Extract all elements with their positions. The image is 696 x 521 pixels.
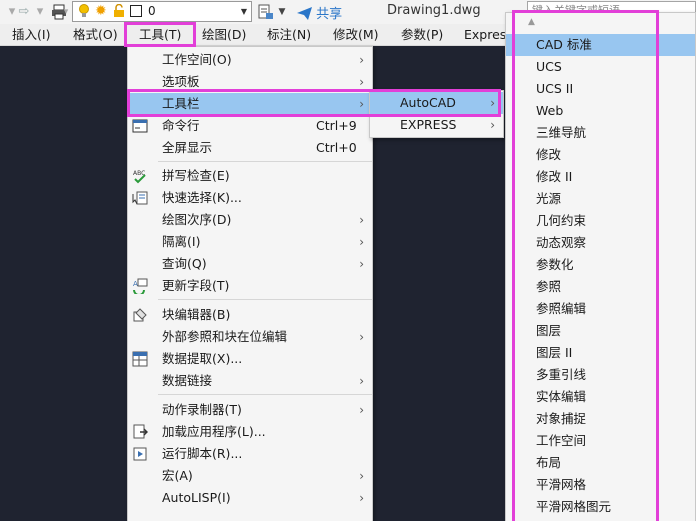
run-script-icon	[133, 447, 147, 461]
menu-separator	[158, 161, 372, 162]
toolbar-item[interactable]: 平滑网格	[506, 474, 695, 496]
menu-row-data-extraction[interactable]: 数据提取(X)...	[128, 348, 372, 370]
menu-row-action-recorder[interactable]: 动作录制器(T) ›	[128, 399, 372, 421]
menu-separator	[158, 394, 372, 395]
toolbar-item[interactable]: 对象捕捉	[506, 408, 695, 430]
data-extraction-icon	[132, 351, 148, 367]
submenu-row-express[interactable]: EXPRESS ›	[370, 114, 503, 136]
menu-insert[interactable]: 插入(I)	[12, 24, 50, 46]
spell-check-icon: ABC	[133, 170, 146, 184]
menu-row-quick-select[interactable]: 快速选择(K)...	[128, 187, 372, 209]
menu-row-palettes[interactable]: 选项板 ›	[128, 71, 372, 93]
menu-draw[interactable]: 绘图(D)	[202, 24, 246, 46]
toolbar-item[interactable]: Web	[506, 100, 695, 122]
layer-combobox[interactable]: ✹ 0 ▼	[72, 1, 252, 22]
toolbar-item[interactable]: 实体编辑	[506, 386, 695, 408]
chevron-down-icon[interactable]: ▼	[237, 2, 251, 21]
chevron-right-icon: ›	[359, 491, 364, 505]
toolbar-dropdown-icon[interactable]: ▼	[277, 2, 287, 21]
menu-row-draw-order[interactable]: 绘图次序(D) ›	[128, 209, 372, 231]
menu-dimension[interactable]: 标注(N)	[267, 24, 311, 46]
toolbar-item[interactable]: 光源	[506, 188, 695, 210]
toolbar-item[interactable]: UCS II	[506, 78, 695, 100]
menu-row-load-application[interactable]: 加载应用程序(L)...	[128, 421, 372, 443]
menu-row-block-editor[interactable]: 块编辑器(B)	[128, 304, 372, 326]
paper-plane-icon	[297, 7, 312, 20]
share-button[interactable]: 共享	[297, 3, 342, 22]
menu-parametric[interactable]: 参数(P)	[401, 24, 443, 46]
scroll-up-icon[interactable]: ▲	[528, 17, 535, 27]
toolbar-item[interactable]: 参照编辑	[506, 298, 695, 320]
tools-menu: 工作空间(O) › 选项板 › 工具栏 › 命令行 Ctrl+9 全屏显示 Ctrl+0 …	[127, 46, 373, 521]
toolbar-item[interactable]: 参照	[506, 276, 695, 298]
chevron-right-icon: ›	[490, 118, 495, 132]
chevron-right-icon: ›	[359, 235, 364, 249]
more-dropdown-icon[interactable]: ▾	[61, 2, 71, 21]
menu-row-update-fields[interactable]: A 更新字段(T)	[128, 275, 372, 297]
load-application-icon	[133, 424, 148, 439]
sun-icon: ✹	[95, 3, 107, 19]
submenu-row-autocad[interactable]: AutoCAD ›	[370, 92, 503, 114]
toolbar-item[interactable]: 修改 II	[506, 166, 695, 188]
menu-row-xref-edit[interactable]: 外部参照和块在位编辑 ›	[128, 326, 372, 348]
menu-express[interactable]: Expres	[464, 24, 506, 46]
chevron-right-icon: ›	[359, 75, 364, 89]
toolbar-item[interactable]: CAD 标准	[506, 34, 695, 56]
menu-row-inquiry[interactable]: 查询(Q) ›	[128, 253, 372, 275]
menu-row-workspace[interactable]: 工作空间(O) ›	[128, 49, 372, 71]
toolbar-item[interactable]: 平滑网格图元	[506, 496, 695, 518]
toolbar-item[interactable]: 修改	[506, 144, 695, 166]
menu-row-toolbars[interactable]: 工具栏 ›	[128, 93, 372, 115]
redo-dropdown-icon[interactable]: ▾	[34, 2, 46, 21]
toolbar-item[interactable]: 参数化	[506, 254, 695, 276]
chevron-right-icon: ›	[359, 257, 364, 271]
menu-row-spell-check[interactable]: ABC 拼写检查(E)	[128, 165, 372, 187]
chevron-right-icon: ›	[359, 53, 364, 67]
toolbar-item[interactable]: 图层 II	[506, 342, 695, 364]
toolbar-item[interactable]: 多重引线	[506, 364, 695, 386]
toolbar-item[interactable]: 三维导航	[506, 122, 695, 144]
menu-separator	[158, 299, 372, 300]
autocad-toolbars-list: ▲ CAD 标准 UCS UCS II Web 三维导航 修改 修改 II 光源…	[505, 12, 696, 521]
update-fields-icon: A	[133, 278, 148, 294]
block-editor-icon	[133, 308, 147, 322]
toolbar-item[interactable]: 几何约束	[506, 210, 695, 232]
redo-icon[interactable]: ⇨	[14, 2, 34, 21]
toolbar-item[interactable]: 动态观察	[506, 232, 695, 254]
quick-select-icon	[132, 191, 148, 205]
chevron-right-icon: ›	[490, 96, 495, 110]
toolbar-item[interactable]: 图层	[506, 320, 695, 342]
toolbars-submenu: AutoCAD › EXPRESS ›	[369, 90, 504, 138]
menu-row-data-links[interactable]: 数据链接 ›	[128, 370, 372, 392]
menu-row-isolate[interactable]: 隔离(I) ›	[128, 231, 372, 253]
menu-row-run-script[interactable]: 运行脚本(R)...	[128, 443, 372, 465]
chevron-right-icon: ›	[359, 330, 364, 344]
svg-text:A: A	[133, 280, 138, 288]
chevron-right-icon: ›	[359, 97, 364, 111]
menu-format[interactable]: 格式(O)	[73, 24, 118, 46]
chevron-right-icon: ›	[359, 374, 364, 388]
menu-modify[interactable]: 修改(M)	[333, 24, 379, 46]
layer-name: 0	[148, 4, 156, 18]
lightbulb-icon	[79, 4, 89, 17]
toolbar-item[interactable]: 布局	[506, 452, 695, 474]
menu-row-macros[interactable]: 宏(A) ›	[128, 465, 372, 487]
menu-row-autolisp[interactable]: AutoLISP(I) ›	[128, 487, 372, 509]
menu-row-command-line[interactable]: 命令行 Ctrl+9	[128, 115, 372, 137]
chevron-right-icon: ›	[359, 213, 364, 227]
menu-tools[interactable]: 工具(T)	[139, 24, 181, 46]
toolbar-item[interactable]: 工作空间	[506, 430, 695, 452]
toolbar-item[interactable]: UCS	[506, 56, 695, 78]
chevron-right-icon: ›	[359, 469, 364, 483]
command-line-icon	[132, 119, 148, 133]
menu-row-fullscreen[interactable]: 全屏显示 Ctrl+0	[128, 137, 372, 159]
layer-properties-icon[interactable]	[257, 2, 275, 21]
document-title: Drawing1.dwg	[387, 3, 481, 18]
unlock-icon	[113, 3, 125, 22]
layer-color-swatch	[130, 5, 142, 17]
chevron-right-icon: ›	[359, 403, 364, 417]
